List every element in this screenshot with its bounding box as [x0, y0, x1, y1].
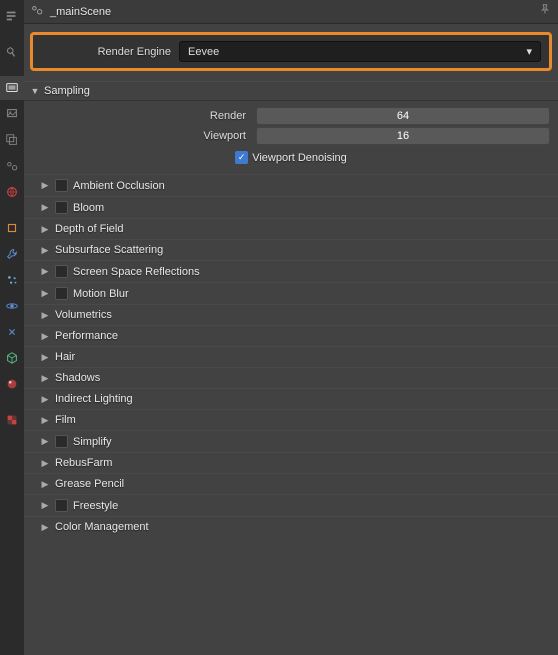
- disclosure-triangle-icon: ▶: [40, 415, 50, 426]
- section-shadows[interactable]: ▶ Shadows: [24, 367, 558, 388]
- section-motion-blur[interactable]: ▶ Motion Blur: [24, 282, 558, 304]
- disclosure-triangle-icon: ▶: [40, 479, 50, 490]
- section-title: Color Management: [55, 521, 149, 533]
- section-title: Motion Blur: [73, 288, 129, 300]
- scene-name: _mainScene: [50, 6, 532, 18]
- section-subsurface-scattering[interactable]: ▶ Subsurface Scattering: [24, 239, 558, 260]
- section-simplify[interactable]: ▶ Simplify: [24, 430, 558, 452]
- scene-icon: [30, 3, 44, 20]
- panel-checkbox[interactable]: [55, 287, 68, 300]
- disclosure-triangle-icon: ▶: [40, 436, 50, 447]
- render-engine-value: Eevee: [188, 46, 219, 58]
- disclosure-triangle-icon: ▶: [40, 458, 50, 469]
- disclosure-triangle-icon: ▶: [40, 352, 50, 363]
- disclosure-triangle-icon: ▶: [40, 202, 50, 213]
- disclosure-triangle-icon: ▶: [40, 245, 50, 256]
- pin-icon[interactable]: [538, 3, 552, 20]
- disclosure-triangle-icon: ▶: [40, 373, 50, 384]
- section-title: Grease Pencil: [55, 478, 124, 490]
- properties-tabs: [0, 0, 24, 655]
- viewport-denoising-row: ✓ Viewport Denoising: [32, 151, 550, 164]
- section-ambient-occlusion[interactable]: ▶ Ambient Occlusion: [24, 174, 558, 196]
- tab-tool-icon[interactable]: [0, 40, 24, 64]
- tab-object-icon[interactable]: [0, 216, 24, 240]
- section-screen-space-reflections[interactable]: ▶ Screen Space Reflections: [24, 260, 558, 282]
- render-engine-select[interactable]: Eevee ▾: [179, 41, 541, 62]
- section-title: Volumetrics: [55, 309, 112, 321]
- render-samples-row: Render 64: [32, 107, 550, 125]
- sampling-body: Render 64 Viewport 16 ✓ Viewport Denoisi…: [24, 101, 558, 174]
- tab-constraints-icon[interactable]: [0, 320, 24, 344]
- section-hair[interactable]: ▶ Hair: [24, 346, 558, 367]
- disclosure-triangle-icon: ▶: [40, 331, 50, 342]
- viewport-samples-label: Viewport: [32, 130, 252, 142]
- tab-options-icon[interactable]: [0, 4, 24, 28]
- disclosure-triangle-icon: ▶: [40, 180, 50, 191]
- section-title: Screen Space Reflections: [73, 266, 200, 278]
- section-title: Simplify: [73, 436, 112, 448]
- tab-scene-icon[interactable]: [0, 154, 24, 178]
- disclosure-triangle-icon: ▶: [40, 500, 50, 511]
- panel-checkbox[interactable]: [55, 435, 68, 448]
- section-title: Hair: [55, 351, 75, 363]
- render-engine-label: Render Engine: [41, 46, 171, 58]
- section-color-management[interactable]: ▶ Color Management: [24, 516, 558, 537]
- render-engine-row: Render Engine Eevee ▾: [30, 32, 552, 71]
- panel-checkbox[interactable]: [55, 499, 68, 512]
- section-title: Bloom: [73, 202, 104, 214]
- disclosure-triangle-icon: ▶: [40, 224, 50, 235]
- section-title: Performance: [55, 330, 118, 342]
- viewport-denoising-label: Viewport Denoising: [252, 152, 347, 164]
- disclosure-triangle-icon: ▶: [40, 522, 50, 533]
- properties-panel: _mainScene Render Engine Eevee ▾ ▼ Sampl…: [24, 0, 558, 655]
- disclosure-triangle-icon: ▶: [40, 266, 50, 277]
- section-volumetrics[interactable]: ▶ Volumetrics: [24, 304, 558, 325]
- viewport-samples-row: Viewport 16: [32, 127, 550, 145]
- panel-checkbox[interactable]: [55, 201, 68, 214]
- tab-material-icon[interactable]: [0, 372, 24, 396]
- chevron-down-icon: ▾: [526, 45, 532, 58]
- section-title: Freestyle: [73, 500, 118, 512]
- section-film[interactable]: ▶ Film: [24, 409, 558, 430]
- disclosure-triangle-icon: ▶: [40, 288, 50, 299]
- section-rebusfarm[interactable]: ▶ RebusFarm: [24, 452, 558, 473]
- tab-viewlayer-icon[interactable]: [0, 128, 24, 152]
- tab-output-icon[interactable]: [0, 102, 24, 126]
- panel-header: _mainScene: [24, 0, 558, 24]
- section-title: Depth of Field: [55, 223, 123, 235]
- tab-particles-icon[interactable]: [0, 268, 24, 292]
- section-title: Sampling: [44, 85, 90, 97]
- tab-modifier-icon[interactable]: [0, 242, 24, 266]
- section-title: RebusFarm: [55, 457, 112, 469]
- section-depth-of-field[interactable]: ▶ Depth of Field: [24, 218, 558, 239]
- disclosure-triangle-icon: ▶: [40, 394, 50, 405]
- tab-physics-icon[interactable]: [0, 294, 24, 318]
- section-sampling[interactable]: ▼ Sampling: [24, 81, 558, 101]
- tab-data-icon[interactable]: [0, 346, 24, 370]
- section-title: Shadows: [55, 372, 100, 384]
- section-title: Film: [55, 414, 76, 426]
- disclosure-triangle-icon: ▼: [30, 86, 40, 96]
- panel-checkbox[interactable]: [55, 265, 68, 278]
- section-title: Subsurface Scattering: [55, 244, 163, 256]
- render-samples-label: Render: [32, 110, 252, 122]
- panel-checkbox[interactable]: [55, 179, 68, 192]
- render-samples-input[interactable]: 64: [256, 107, 550, 125]
- disclosure-triangle-icon: ▶: [40, 310, 50, 321]
- tab-render-icon[interactable]: [0, 76, 24, 100]
- section-bloom[interactable]: ▶ Bloom: [24, 196, 558, 218]
- tab-world-icon[interactable]: [0, 180, 24, 204]
- section-grease-pencil[interactable]: ▶ Grease Pencil: [24, 473, 558, 494]
- sections-container: ▼ Sampling Render 64 Viewport 16 ✓ Viewp…: [24, 81, 558, 655]
- viewport-denoising-checkbox[interactable]: ✓: [235, 151, 248, 164]
- section-freestyle[interactable]: ▶ Freestyle: [24, 494, 558, 516]
- viewport-samples-input[interactable]: 16: [256, 127, 550, 145]
- section-indirect-lighting[interactable]: ▶ Indirect Lighting: [24, 388, 558, 409]
- section-performance[interactable]: ▶ Performance: [24, 325, 558, 346]
- tab-texture-icon[interactable]: [0, 408, 24, 432]
- section-title: Indirect Lighting: [55, 393, 133, 405]
- section-title: Ambient Occlusion: [73, 180, 165, 192]
